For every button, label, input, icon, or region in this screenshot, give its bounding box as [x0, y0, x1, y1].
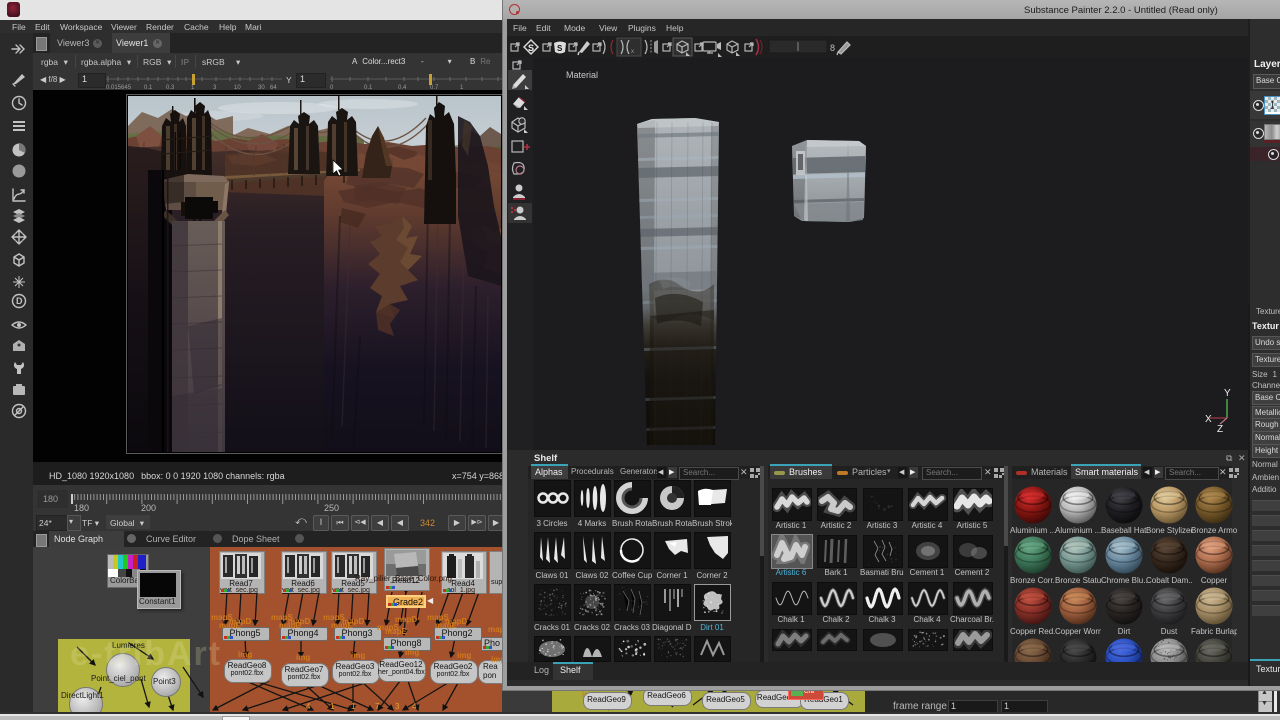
- svg-text:X: X: [1205, 414, 1212, 425]
- svg-text:S: S: [528, 43, 534, 53]
- svg-text:x: x: [631, 49, 634, 55]
- svg-text:Z: Z: [1217, 424, 1223, 435]
- svg-text:S: S: [557, 44, 563, 53]
- svg-text:250: 250: [324, 503, 339, 512]
- svg-text:Y: Y: [1224, 388, 1231, 399]
- svg-text:180: 180: [74, 503, 89, 512]
- svg-text:200: 200: [141, 503, 156, 512]
- svg-text:D: D: [16, 296, 23, 306]
- svg-text:8: 8: [830, 43, 835, 53]
